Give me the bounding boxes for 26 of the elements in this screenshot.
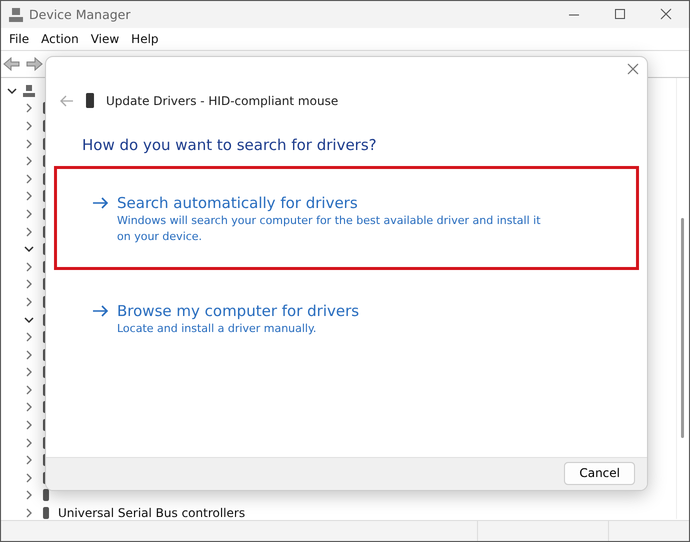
window-title: Device Manager — [29, 7, 132, 22]
forward-icon[interactable] — [25, 57, 43, 71]
back-icon[interactable] — [3, 57, 21, 71]
highlighted-option[interactable]: Search automatically for drivers Windows will search your computer for the best available driver and install it on your device. — [54, 166, 639, 270]
dialog-heading: How do you want to search for drivers? — [82, 136, 378, 154]
dialog-title: Update Drivers - HID-compliant mouse — [106, 94, 338, 108]
close-icon[interactable] — [627, 63, 639, 75]
menu-item[interactable]: View — [84, 32, 126, 46]
option[interactable]: Browse my computer for drivers Locate and install a driver manually. — [54, 274, 639, 362]
option-description: Windows will search your computer for the best available driver and install it on your device. — [117, 213, 542, 245]
option-description: Locate and install a driver manually. — [117, 321, 318, 337]
device-icon — [40, 489, 52, 502]
menu-item[interactable]: Help — [125, 32, 165, 46]
tree-item-label[interactable]: Universal Serial Bus controllers — [58, 506, 246, 520]
option-title: Browse my computer for drivers — [117, 301, 360, 321]
device-icon — [86, 93, 94, 108]
menu-item[interactable]: Action — [35, 32, 85, 46]
arrow-icon — [93, 197, 109, 209]
device-icon — [40, 507, 52, 520]
arrow-icon — [93, 305, 109, 317]
back-icon[interactable] — [60, 94, 74, 106]
computer-icon — [23, 84, 35, 97]
menu-item[interactable]: File — [3, 32, 36, 46]
cancel-button[interactable]: Cancel — [564, 462, 635, 484]
app-icon — [9, 8, 23, 22]
option-title: Search automatically for drivers — [117, 193, 359, 213]
